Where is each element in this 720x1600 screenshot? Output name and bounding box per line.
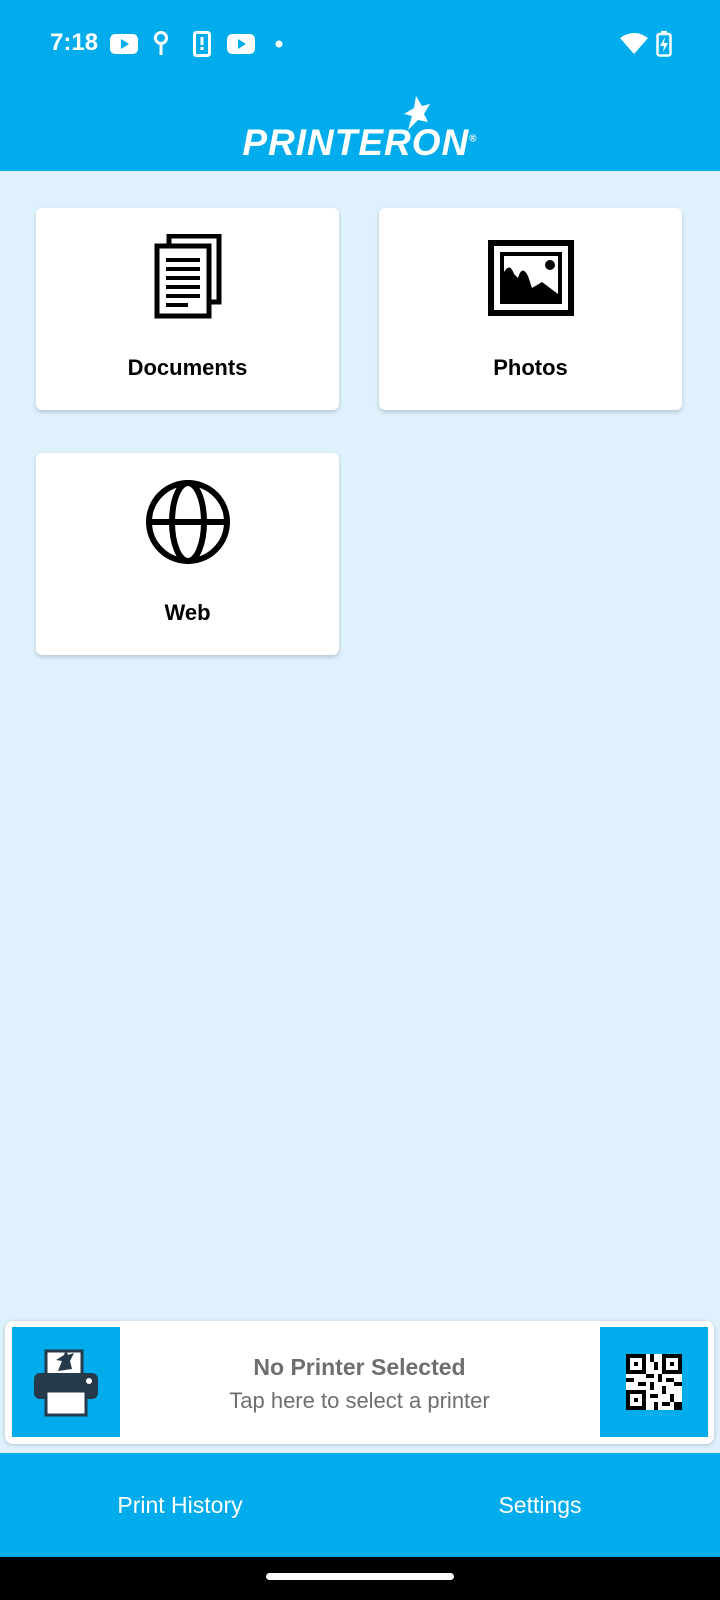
hearing-icon [154, 31, 168, 55]
logo-text: PRINTERON® [242, 122, 478, 163]
status-bar: 7:18 [0, 0, 720, 90]
tile-label: Photos [493, 355, 568, 380]
globe-icon [145, 480, 230, 564]
printer-subtitle: Tap here to select a printer [229, 1388, 490, 1413]
battery-charging-icon [656, 31, 672, 57]
tile-label: Documents [127, 355, 248, 380]
photos-icon [487, 240, 574, 316]
printer-title: No Printer Selected [253, 1354, 466, 1380]
printer-button[interactable] [12, 1327, 120, 1437]
qr-code-icon [626, 1354, 682, 1410]
bottom-navigation: Print History Settings [0, 1453, 720, 1557]
phone-alert-icon [193, 31, 211, 57]
photos-tile[interactable]: Photos [379, 208, 682, 410]
printer-selector[interactable]: No Printer Selected Tap here to select a… [5, 1321, 714, 1444]
system-navigation-bar [0, 1557, 720, 1600]
youtube-icon [227, 34, 255, 54]
nav-print-history[interactable]: Print History [0, 1453, 360, 1557]
documents-icon [154, 234, 221, 319]
printeron-logo: PRINTERON® [0, 96, 720, 166]
home-gesture-handle[interactable] [266, 1573, 454, 1580]
nav-settings[interactable]: Settings [360, 1453, 720, 1557]
youtube-icon [110, 34, 138, 54]
qr-scan-button[interactable] [600, 1327, 708, 1437]
tile-label: Web [164, 600, 211, 625]
app-header: 7:18 PRINTERON® [0, 0, 720, 171]
web-tile[interactable]: Web [36, 453, 339, 655]
notification-dot-icon [275, 40, 283, 48]
wifi-icon [620, 33, 648, 54]
status-time: 7:18 [50, 29, 99, 56]
printer-icon [34, 1349, 98, 1417]
documents-tile[interactable]: Documents [36, 208, 339, 410]
